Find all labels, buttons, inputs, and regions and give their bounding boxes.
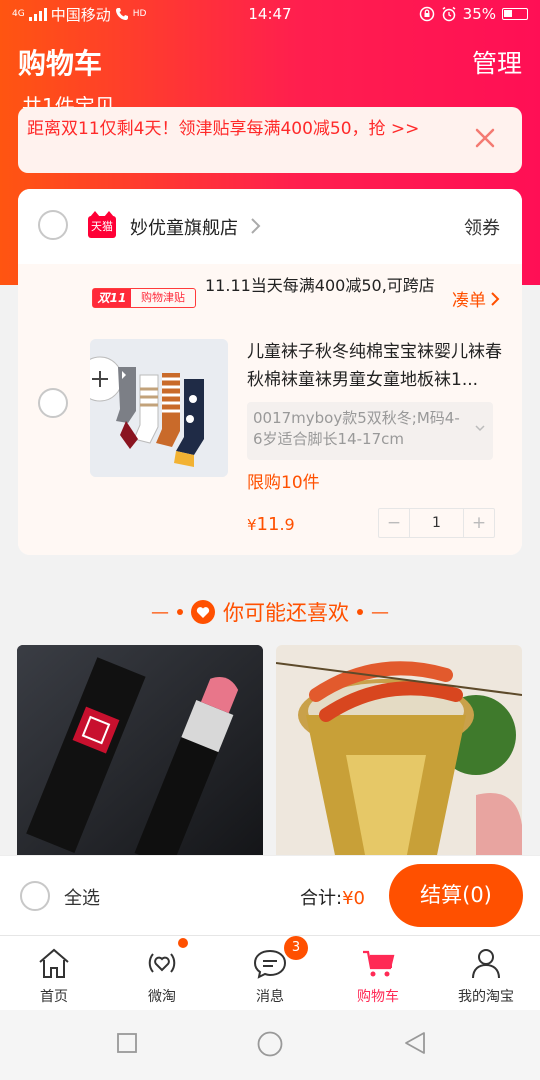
title-row: 购物车 管理 xyxy=(0,40,540,84)
quantity-minus-button[interactable]: − xyxy=(379,509,409,537)
purchase-limit: 限购10件 xyxy=(247,473,320,493)
sku-selector[interactable]: 0017myboy款5双秋冬;M码4-6岁适合脚长14-17cm xyxy=(247,402,493,460)
tab-messages[interactable]: 3 消息 xyxy=(216,936,324,1010)
recommend-left-line: — xyxy=(151,601,169,623)
back-icon[interactable] xyxy=(402,1030,428,1056)
chevron-down-icon xyxy=(475,425,485,432)
tab-home[interactable]: 首页 xyxy=(0,936,108,1010)
weitao-icon xyxy=(148,953,176,973)
select-all-checkbox[interactable] xyxy=(20,881,50,911)
discount-text: 11.11当天每满400减50,可跨店 xyxy=(205,276,435,295)
user-icon xyxy=(472,949,500,979)
checkout-bar: 全选 合计:¥0 结算(0) xyxy=(0,855,540,935)
home-button-icon[interactable] xyxy=(256,1030,284,1058)
recommend-header: — 你可能还喜欢 — xyxy=(0,590,540,634)
lipstick-illustration xyxy=(17,645,263,860)
make-order-label: 凑单 xyxy=(452,291,486,311)
store-select-checkbox[interactable] xyxy=(38,210,68,240)
bottom-tab-bar: 首页 微淘 3 消息 购物车 我的淘宝 xyxy=(0,935,540,1010)
quantity-value[interactable]: 1 xyxy=(409,509,464,537)
coupon-button[interactable]: 领券 xyxy=(464,214,500,240)
battery-icon xyxy=(502,8,528,20)
store-card: 天猫 妙优童旗舰店 领券 双11 购物津贴 11.11当天每满400减50,可跨… xyxy=(18,189,522,555)
heart-icon xyxy=(191,600,215,624)
store-name-link[interactable]: 妙优童旗舰店 xyxy=(130,214,238,240)
store-body: 双11 购物津贴 11.11当天每满400减50,可跨店 凑单 儿童袜子秋冬纯棉… xyxy=(18,264,522,555)
tab-cart-label: 购物车 xyxy=(357,989,399,1005)
tmall-badge: 天猫 xyxy=(88,211,116,238)
home-icon xyxy=(39,948,69,978)
promo-banner[interactable]: 距离双11仅剩4天！领津贴享每满400减50，抢 >> xyxy=(18,107,522,173)
price: ¥11.9 xyxy=(247,514,295,535)
total-label: 合计:¥0 xyxy=(300,884,365,910)
quantity-stepper: − 1 + xyxy=(378,508,495,538)
sku-text: 0017myboy款5双秋冬;M码4-6岁适合脚长14-17cm xyxy=(253,409,460,448)
price-decimal: .9 xyxy=(279,515,295,534)
price-currency: ¥ xyxy=(247,516,257,534)
status-time: 14:47 xyxy=(248,5,292,23)
dot-icon xyxy=(357,609,363,615)
tab-my-taobao[interactable]: 我的淘宝 xyxy=(432,936,540,1010)
close-icon[interactable] xyxy=(472,125,498,151)
product-image[interactable] xyxy=(90,339,228,477)
shrimp-hotpot-illustration xyxy=(276,645,522,860)
tab-weitao[interactable]: 微淘 xyxy=(108,936,216,1010)
checkout-button[interactable]: 结算(0) xyxy=(389,864,523,927)
quantity-plus-button[interactable]: + xyxy=(464,509,494,537)
promo-text: 距离双11仅剩4天！领津贴享每满400减50，抢 >> xyxy=(27,119,420,139)
recommend-right-line: — xyxy=(371,601,389,623)
chevron-right-icon[interactable] xyxy=(250,217,262,235)
status-bar: 4G 中国移动 HD 14:47 35% xyxy=(0,0,540,28)
dot-icon xyxy=(177,609,183,615)
tab-home-label: 首页 xyxy=(40,989,68,1005)
chevron-right-icon xyxy=(491,291,500,306)
tab-weitao-label: 微淘 xyxy=(148,989,176,1005)
recent-apps-icon[interactable] xyxy=(116,1032,138,1054)
make-order-button[interactable]: 凑单 xyxy=(452,286,500,311)
price-integer: 11 xyxy=(256,514,280,535)
recommend-title: 你可能还喜欢 xyxy=(223,601,349,625)
discount-tag: 双11 购物津贴 xyxy=(92,288,196,308)
discount-tag-left: 双11 xyxy=(93,289,131,307)
page-title: 购物车 xyxy=(18,47,103,80)
tab-my-taobao-label: 我的淘宝 xyxy=(458,989,514,1005)
tab-messages-label: 消息 xyxy=(256,989,284,1005)
total-value: ¥0 xyxy=(342,888,365,909)
message-icon xyxy=(253,949,287,979)
item-select-checkbox[interactable] xyxy=(38,388,68,418)
total-caption: 合计: xyxy=(300,888,343,909)
cart-icon xyxy=(363,950,395,977)
discount-tag-right: 购物津贴 xyxy=(141,291,185,304)
manage-button[interactable]: 管理 xyxy=(472,44,522,80)
system-navigation-bar xyxy=(0,1010,540,1080)
tab-cart[interactable]: 购物车 xyxy=(324,936,432,1010)
recommend-product-lipstick[interactable] xyxy=(17,645,263,860)
message-count-badge: 3 xyxy=(284,936,308,960)
product-title[interactable]: 儿童袜子秋冬纯棉宝宝袜婴儿袜春秋棉袜童袜男童女童地板袜1... xyxy=(247,338,505,394)
socks-illustration xyxy=(90,339,228,477)
select-all-label[interactable]: 全选 xyxy=(64,884,100,910)
notification-dot xyxy=(178,938,188,948)
store-header: 天猫 妙优童旗舰店 领券 xyxy=(18,189,522,264)
recommend-product-shrimp[interactable] xyxy=(276,645,522,860)
